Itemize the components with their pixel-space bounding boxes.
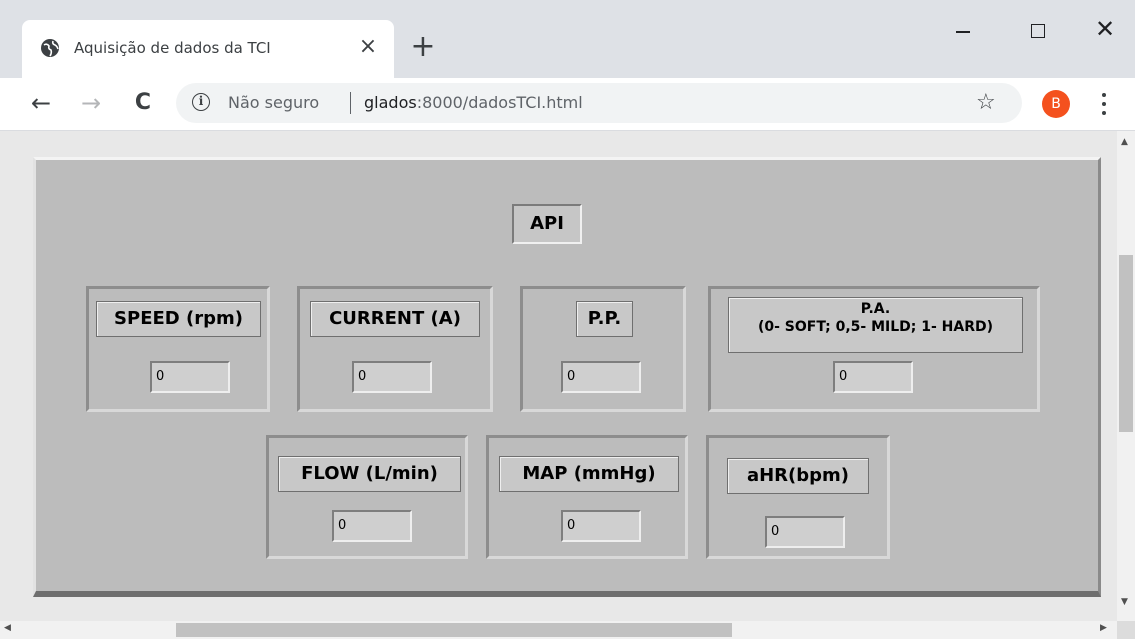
avatar[interactable]: B — [1042, 90, 1070, 118]
pp-control: P.P. 0 — [520, 286, 686, 412]
url-host: glados — [364, 93, 417, 112]
scroll-down-icon[interactable]: ▼ — [1121, 597, 1128, 607]
horizontal-scrollbar[interactable]: ◀ ▶ — [0, 621, 1117, 639]
current-label: CURRENT (A) — [310, 301, 480, 337]
horizontal-scroll-thumb[interactable] — [176, 623, 732, 637]
reload-icon[interactable]: C — [128, 88, 158, 118]
scrollbar-corner — [1117, 621, 1135, 639]
scroll-up-icon[interactable]: ▲ — [1121, 137, 1128, 147]
browser-tab[interactable]: Aquisição de dados da TCI × — [22, 20, 394, 78]
pa-label-line1: P.A. — [860, 301, 891, 317]
ahr-value[interactable]: 0 — [765, 516, 845, 548]
map-label: MAP (mmHg) — [499, 456, 679, 492]
forward-icon[interactable]: → — [76, 88, 106, 118]
maximize-icon[interactable] — [1022, 16, 1052, 46]
star-icon[interactable]: ☆ — [976, 89, 996, 117]
vertical-scrollbar[interactable]: ▲ ▼ — [1117, 131, 1135, 621]
info-icon[interactable]: i — [192, 93, 210, 111]
front-panel: API SPEED (rpm) 0 CURRENT (A) 0 P.P. 0 P… — [33, 157, 1101, 597]
url-path: :8000/dadosTCI.html — [416, 93, 583, 112]
ahr-control: aHR(bpm) 0 — [706, 435, 890, 559]
pa-label: P.A. (0- SOFT; 0,5- MILD; 1- HARD) — [728, 297, 1023, 353]
omnibox-divider — [350, 92, 351, 114]
scroll-left-icon[interactable]: ◀ — [4, 623, 11, 633]
back-icon[interactable]: ← — [26, 88, 56, 118]
flow-control: FLOW (L/min) 0 — [266, 435, 468, 559]
flow-value[interactable]: 0 — [332, 510, 412, 542]
browser-toolbar: ← → C i Não seguro glados:8000/dadosTCI.… — [0, 78, 1135, 131]
plus-icon[interactable]: + — [408, 32, 438, 62]
pa-value[interactable]: 0 — [833, 361, 913, 393]
map-value[interactable]: 0 — [561, 510, 641, 542]
page-viewport: API SPEED (rpm) 0 CURRENT (A) 0 P.P. 0 P… — [0, 131, 1135, 639]
globe-icon — [41, 39, 59, 57]
pp-label: P.P. — [576, 301, 633, 337]
map-control: MAP (mmHg) 0 — [486, 435, 688, 559]
current-value[interactable]: 0 — [352, 361, 432, 393]
speed-label: SPEED (rpm) — [96, 301, 261, 337]
close-icon[interactable]: × — [354, 33, 382, 61]
ahr-label: aHR(bpm) — [727, 458, 869, 494]
url-text[interactable]: glados:8000/dadosTCI.html — [364, 92, 583, 114]
speed-control: SPEED (rpm) 0 — [86, 286, 270, 412]
title-bar: Aquisição de dados da TCI × + ✕ — [0, 0, 1135, 78]
tab-title: Aquisição de dados da TCI — [74, 39, 271, 57]
current-control: CURRENT (A) 0 — [297, 286, 493, 412]
security-label[interactable]: Não seguro — [228, 92, 319, 114]
pa-label-line2: (0- SOFT; 0,5- MILD; 1- HARD) — [757, 319, 994, 335]
pa-control: P.A. (0- SOFT; 0,5- MILD; 1- HARD) 0 — [708, 286, 1040, 412]
pp-value[interactable]: 0 — [561, 361, 641, 393]
minimize-icon[interactable] — [948, 16, 978, 46]
flow-label: FLOW (L/min) — [278, 456, 461, 492]
panel-title: API — [512, 204, 582, 244]
window-close-icon[interactable]: ✕ — [1090, 14, 1120, 44]
speed-value[interactable]: 0 — [150, 361, 230, 393]
vertical-scroll-thumb[interactable] — [1119, 255, 1133, 432]
menu-icon[interactable] — [1096, 90, 1112, 118]
address-bar[interactable]: i Não seguro glados:8000/dadosTCI.html ☆ — [176, 83, 1022, 123]
scroll-right-icon[interactable]: ▶ — [1100, 623, 1107, 633]
